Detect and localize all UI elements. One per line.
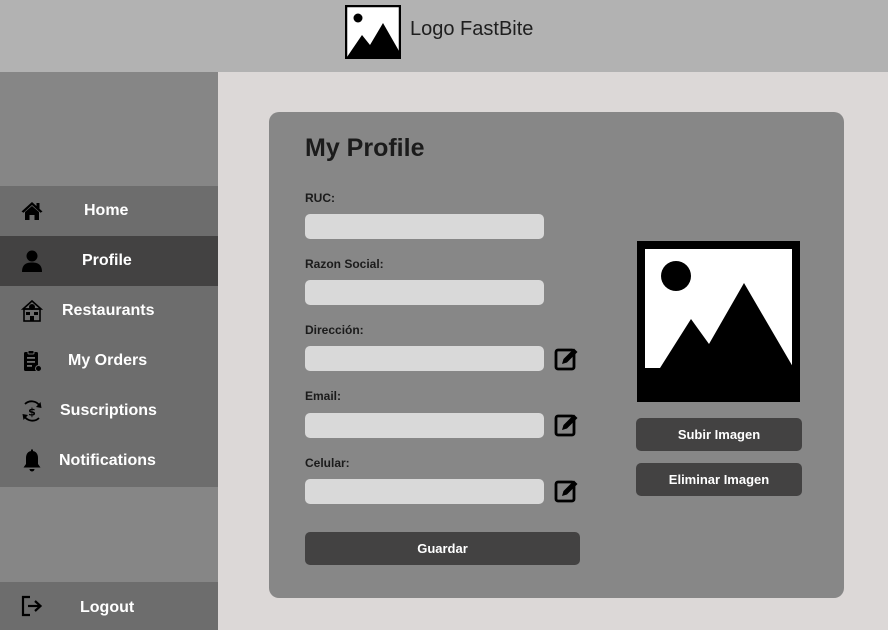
- restaurant-icon: [20, 299, 44, 322]
- celular-field[interactable]: [305, 479, 544, 504]
- celular-label: Celular:: [305, 456, 350, 470]
- sidebar-nav: Home Profile Restaurants My Orders $ Sus…: [0, 186, 218, 487]
- sidebar: Home Profile Restaurants My Orders $ Sus…: [0, 72, 218, 630]
- image-placeholder-icon: [637, 241, 800, 402]
- save-button[interactable]: Guardar: [305, 532, 580, 565]
- orders-icon: [24, 350, 42, 372]
- sidebar-item-profile[interactable]: Profile: [0, 236, 218, 286]
- sidebar-item-notifications[interactable]: Notifications: [0, 436, 218, 486]
- sidebar-item-label: Suscriptions: [60, 402, 157, 419]
- sidebar-item-label: My Orders: [68, 352, 148, 369]
- direccion-label: Dirección:: [305, 323, 364, 337]
- svg-text:$: $: [28, 406, 36, 419]
- sidebar-item-suscriptions[interactable]: $ Suscriptions: [0, 386, 218, 436]
- edit-celular-icon[interactable]: [554, 478, 580, 504]
- sidebar-item-label: Notifications: [59, 452, 156, 469]
- edit-email-icon[interactable]: [554, 412, 580, 438]
- sidebar-item-label: Home: [84, 202, 129, 219]
- razon-social-field[interactable]: [305, 280, 544, 305]
- page-title: My Profile: [305, 134, 425, 162]
- image-placeholder-icon: [345, 5, 401, 59]
- top-bar: Logo FastBite: [0, 0, 888, 72]
- direccion-field[interactable]: [305, 346, 544, 371]
- bell-icon: [23, 449, 41, 472]
- logout-button[interactable]: Logout: [0, 582, 218, 630]
- logo-text: Logo FastBite: [410, 18, 534, 40]
- razon-social-label: Razon Social:: [305, 257, 384, 271]
- upload-image-button[interactable]: Subir Imagen: [636, 418, 802, 451]
- sidebar-item-label: Profile: [82, 252, 132, 269]
- sidebar-item-restaurants[interactable]: Restaurants: [0, 286, 218, 336]
- user-icon: [22, 250, 42, 272]
- sidebar-item-home[interactable]: Home: [0, 186, 218, 236]
- email-label: Email:: [305, 389, 342, 403]
- ruc-label: RUC:: [305, 191, 335, 205]
- logout-icon: [21, 595, 43, 617]
- profile-card: My Profile RUC: Razon Social: Dirección:…: [269, 112, 844, 598]
- logout-label: Logout: [80, 599, 135, 616]
- ruc-field[interactable]: [305, 214, 544, 239]
- subscription-icon: $: [22, 400, 42, 422]
- remove-image-button[interactable]: Eliminar Imagen: [636, 463, 802, 496]
- edit-direccion-icon[interactable]: [554, 346, 580, 372]
- sidebar-item-label: Restaurants: [62, 302, 155, 319]
- sidebar-item-my-orders[interactable]: My Orders: [0, 336, 218, 386]
- email-field[interactable]: [305, 413, 544, 438]
- home-icon: [21, 202, 43, 220]
